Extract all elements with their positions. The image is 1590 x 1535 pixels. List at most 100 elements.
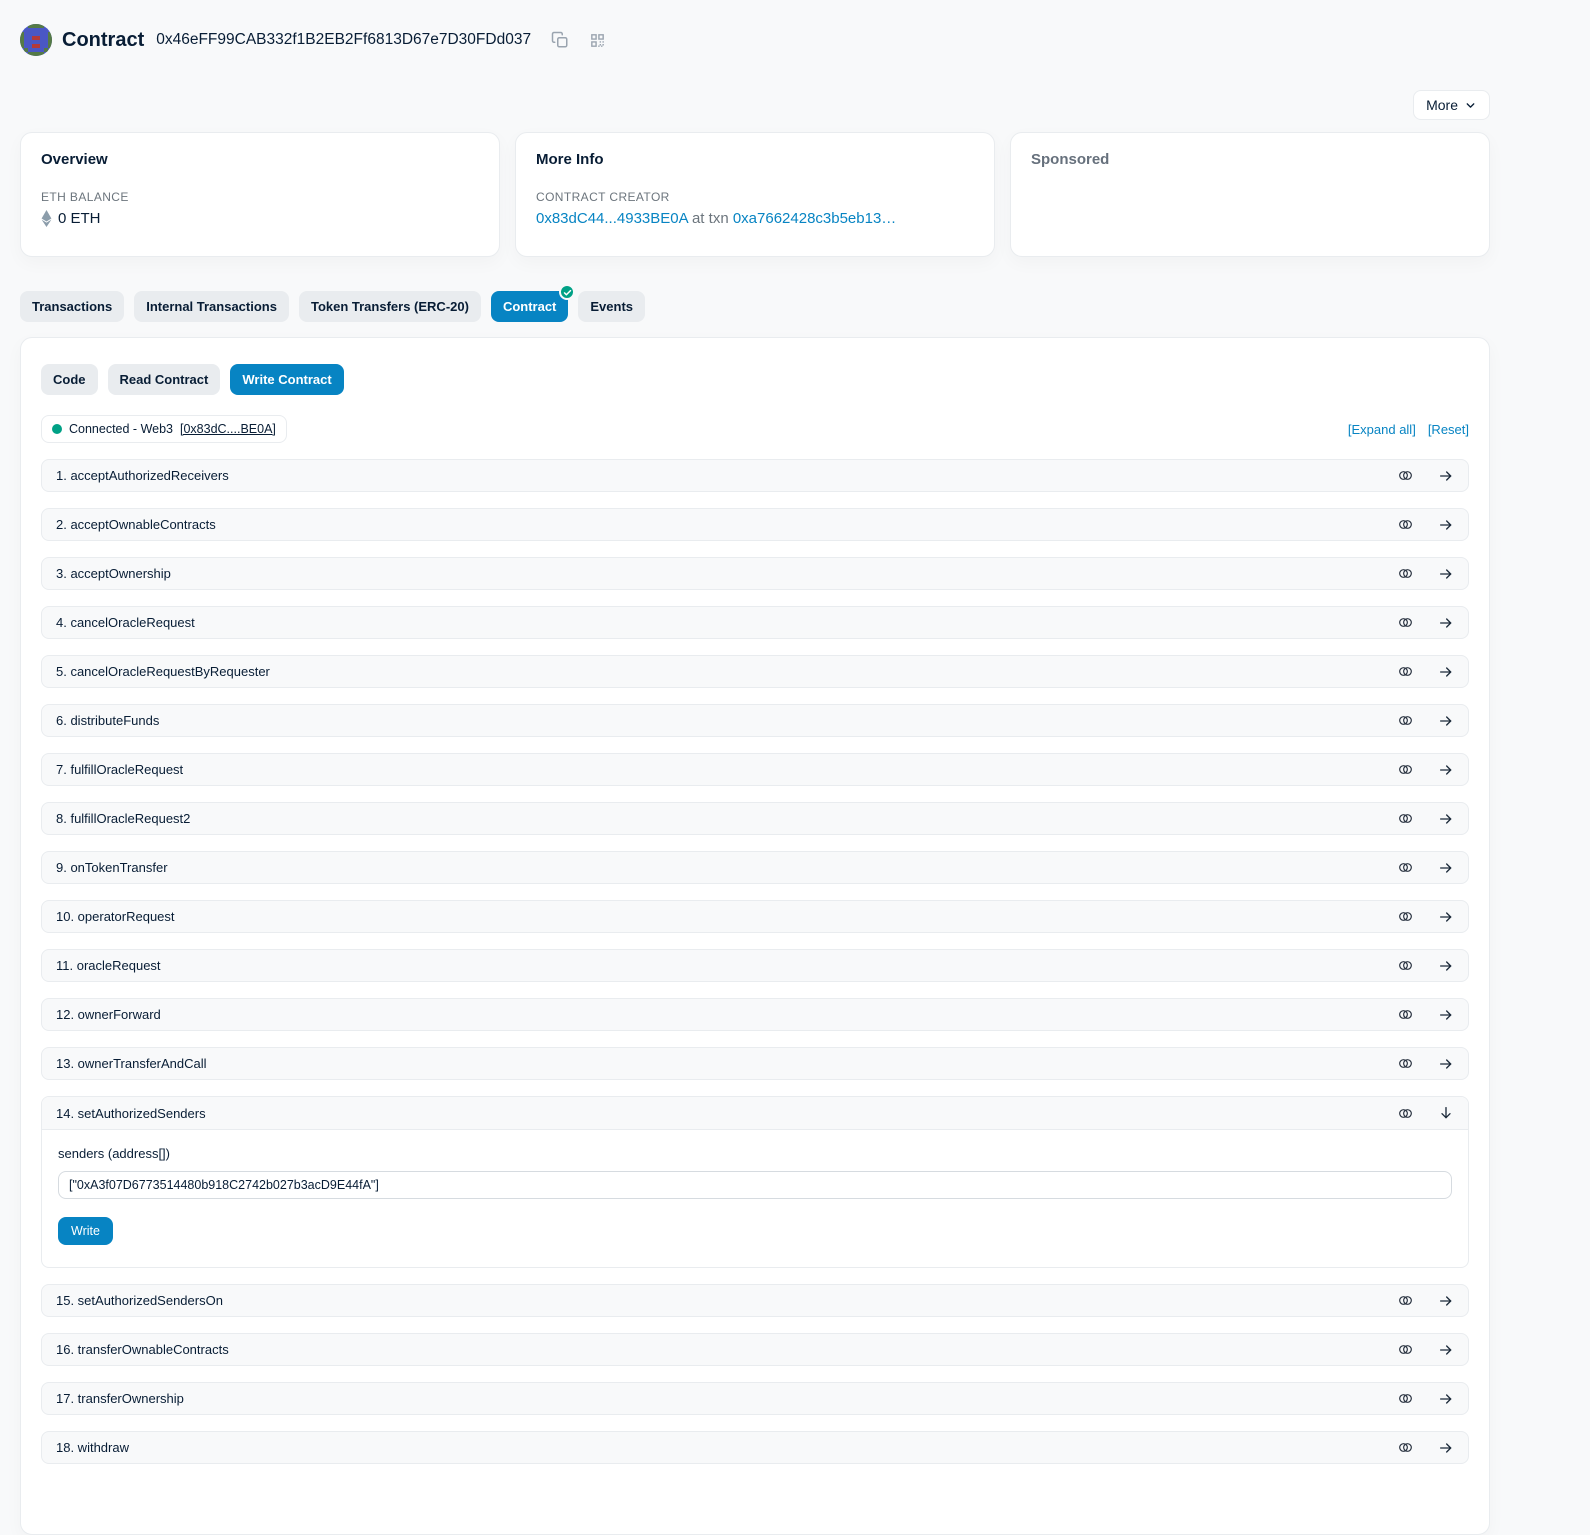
function-row-operatorRequest[interactable]: 10. operatorRequest: [41, 900, 1469, 933]
expand-arrow-icon[interactable]: [1438, 1056, 1454, 1072]
contract-address: 0x46eFF99CAB332f1B2EB2Ff6813D67e7D30FDd0…: [156, 31, 531, 49]
function-row-setAuthorizedSenders[interactable]: 14. setAuthorizedSenders: [42, 1097, 1468, 1130]
function-row-fulfillOracleRequest[interactable]: 7. fulfillOracleRequest: [41, 753, 1469, 786]
tab-transactions[interactable]: Transactions: [20, 291, 124, 322]
permalink-icon[interactable]: [1397, 1055, 1414, 1072]
expand-arrow-icon[interactable]: [1438, 1440, 1454, 1456]
expand-arrow-icon[interactable]: [1438, 1342, 1454, 1358]
connected-wallet-link[interactable]: [0x83dC....BE0A]: [180, 422, 276, 436]
tab-internal-transactions[interactable]: Internal Transactions: [134, 291, 289, 322]
address-tabs: Transactions Internal Transactions Token…: [20, 291, 1490, 322]
permalink-icon[interactable]: [1397, 1105, 1414, 1122]
expand-all-link[interactable]: [Expand all]: [1348, 422, 1416, 437]
permalink-icon[interactable]: [1397, 1341, 1414, 1358]
nav-code[interactable]: Code: [41, 364, 98, 395]
expand-arrow-icon[interactable]: [1438, 1293, 1454, 1309]
connection-status: Connected - Web3 [0x83dC....BE0A]: [41, 415, 287, 443]
function-row-distributeFunds[interactable]: 6. distributeFunds: [41, 704, 1469, 737]
function-label: 11. oracleRequest: [56, 958, 161, 973]
function-label: 10. operatorRequest: [56, 909, 175, 924]
expand-arrow-icon[interactable]: [1438, 909, 1454, 925]
permalink-icon[interactable]: [1397, 859, 1414, 876]
function-label: 3. acceptOwnership: [56, 566, 171, 581]
expand-arrow-icon[interactable]: [1438, 517, 1454, 533]
param-input[interactable]: [58, 1171, 1452, 1199]
function-label: 9. onTokenTransfer: [56, 860, 168, 875]
function-row-ownerTransferAndCall[interactable]: 13. ownerTransferAndCall: [41, 1047, 1469, 1080]
permalink-icon[interactable]: [1397, 614, 1414, 631]
permalink-icon[interactable]: [1397, 663, 1414, 680]
function-row-oracleRequest[interactable]: 11. oracleRequest: [41, 949, 1469, 982]
expand-arrow-icon[interactable]: [1438, 468, 1454, 484]
function-row-acceptOwnership[interactable]: 3. acceptOwnership: [41, 557, 1469, 590]
expand-arrow-icon[interactable]: [1438, 860, 1454, 876]
write-button[interactable]: Write: [58, 1217, 113, 1245]
permalink-icon[interactable]: [1397, 908, 1414, 925]
qr-code-icon[interactable]: [589, 32, 606, 49]
eth-icon: [41, 210, 52, 227]
function-label: 6. distributeFunds: [56, 713, 159, 728]
permalink-icon[interactable]: [1397, 957, 1414, 974]
tab-contract[interactable]: Contract: [491, 291, 568, 322]
function-label: 13. ownerTransferAndCall: [56, 1056, 207, 1071]
permalink-icon[interactable]: [1397, 1006, 1414, 1023]
contract-creator-label: CONTRACT CREATOR: [536, 190, 974, 204]
tab-token-transfers[interactable]: Token Transfers (ERC-20): [299, 291, 481, 322]
function-label: 2. acceptOwnableContracts: [56, 517, 216, 532]
expand-arrow-icon[interactable]: [1438, 615, 1454, 631]
connection-label: Connected - Web3: [69, 422, 173, 436]
function-row-ownerForward[interactable]: 12. ownerForward: [41, 998, 1469, 1031]
permalink-icon[interactable]: [1397, 467, 1414, 484]
tab-events[interactable]: Events: [578, 291, 645, 322]
contract-nav: Code Read Contract Write Contract: [41, 364, 1469, 395]
function-label: 8. fulfillOracleRequest2: [56, 811, 190, 826]
more-button[interactable]: More: [1413, 90, 1490, 120]
function-row-fulfillOracleRequest2[interactable]: 8. fulfillOracleRequest2: [41, 802, 1469, 835]
creation-txn-link[interactable]: 0xa7662428c3b5eb13…: [733, 210, 896, 227]
permalink-icon[interactable]: [1397, 1292, 1414, 1309]
expand-arrow-icon[interactable]: [1438, 1007, 1454, 1023]
chevron-down-icon: [1464, 99, 1477, 112]
info-cards: Overview ETH BALANCE 0 ETH More Info CON…: [20, 132, 1490, 257]
function-row-setAuthorizedSendersOn[interactable]: 15. setAuthorizedSendersOn: [41, 1284, 1469, 1317]
function-label: 18. withdraw: [56, 1440, 129, 1455]
more-info-card-title: More Info: [536, 151, 974, 168]
function-row-transferOwnableContracts[interactable]: 16. transferOwnableContracts: [41, 1333, 1469, 1366]
permalink-icon[interactable]: [1397, 810, 1414, 827]
reset-link[interactable]: [Reset]: [1428, 422, 1469, 437]
function-row-onTokenTransfer[interactable]: 9. onTokenTransfer: [41, 851, 1469, 884]
nav-write-contract[interactable]: Write Contract: [230, 364, 343, 395]
expand-arrow-icon[interactable]: [1438, 566, 1454, 582]
expand-arrow-icon[interactable]: [1438, 762, 1454, 778]
permalink-icon[interactable]: [1397, 565, 1414, 582]
expand-arrow-icon[interactable]: [1438, 713, 1454, 729]
expand-arrow-icon[interactable]: [1438, 664, 1454, 680]
function-label: 15. setAuthorizedSendersOn: [56, 1293, 223, 1308]
function-row-acceptOwnableContracts[interactable]: 2. acceptOwnableContracts: [41, 508, 1469, 541]
contract-panel: Code Read Contract Write Contract Connec…: [20, 337, 1490, 1535]
permalink-icon[interactable]: [1397, 516, 1414, 533]
function-row-cancelOracleRequest[interactable]: 4. cancelOracleRequest: [41, 606, 1469, 639]
function-row-transferOwnership[interactable]: 17. transferOwnership: [41, 1382, 1469, 1415]
function-row-withdraw[interactable]: 18. withdraw: [41, 1431, 1469, 1464]
permalink-icon[interactable]: [1397, 1390, 1414, 1407]
function-expanded-setAuthorizedSenders: 14. setAuthorizedSenderssenders (address…: [41, 1096, 1469, 1268]
function-label: 1. acceptAuthorizedReceivers: [56, 468, 229, 483]
expand-arrow-icon[interactable]: [1438, 958, 1454, 974]
copy-icon[interactable]: [551, 31, 569, 49]
function-label: 17. transferOwnership: [56, 1391, 184, 1406]
nav-read-contract[interactable]: Read Contract: [108, 364, 221, 395]
creator-address-link[interactable]: 0x83dC44...4933BE0A: [536, 210, 688, 227]
overview-card-title: Overview: [41, 151, 479, 168]
txn-connector-text: at txn: [692, 210, 729, 227]
expand-arrow-icon[interactable]: [1438, 1391, 1454, 1407]
collapse-arrow-icon[interactable]: [1438, 1105, 1454, 1121]
function-row-cancelOracleRequestByRequester[interactable]: 5. cancelOracleRequestByRequester: [41, 655, 1469, 688]
function-label: 12. ownerForward: [56, 1007, 161, 1022]
sponsored-card: Sponsored: [1010, 132, 1490, 257]
permalink-icon[interactable]: [1397, 712, 1414, 729]
expand-arrow-icon[interactable]: [1438, 811, 1454, 827]
permalink-icon[interactable]: [1397, 1439, 1414, 1456]
permalink-icon[interactable]: [1397, 761, 1414, 778]
function-row-acceptAuthorizedReceivers[interactable]: 1. acceptAuthorizedReceivers: [41, 459, 1469, 492]
